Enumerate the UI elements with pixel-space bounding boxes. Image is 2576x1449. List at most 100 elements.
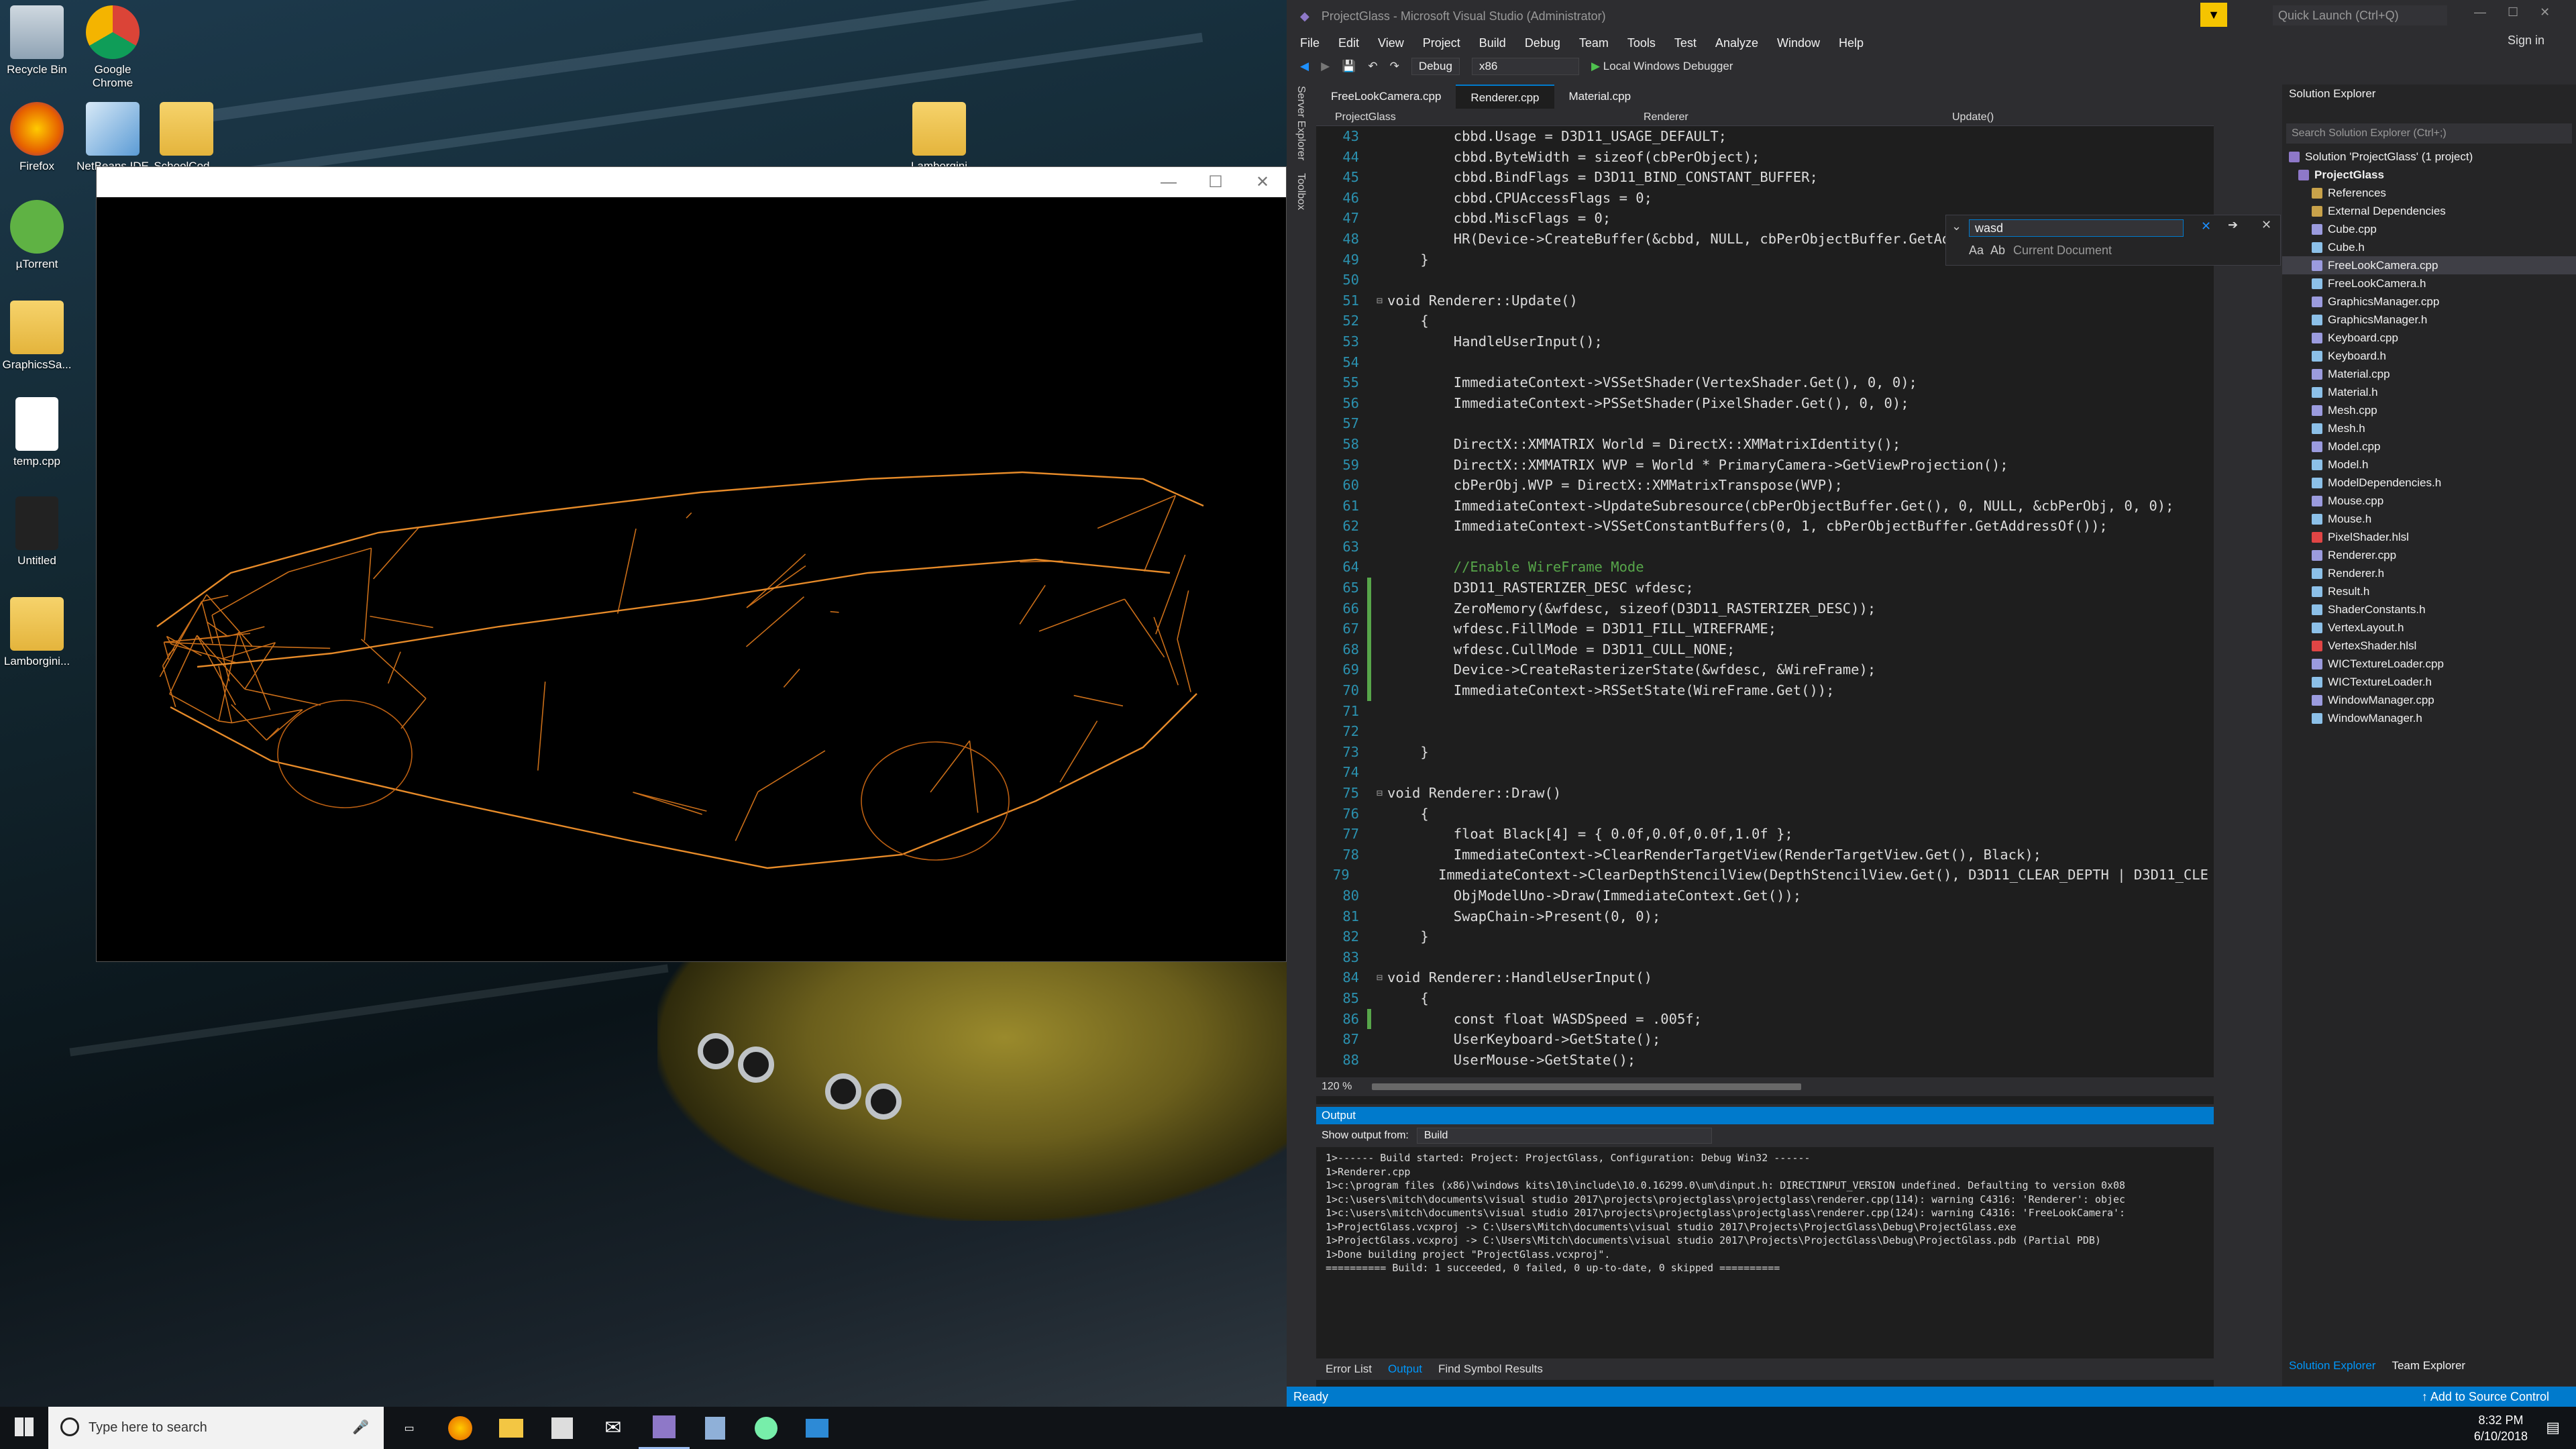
close-find-icon[interactable]: ✕ (2261, 218, 2271, 232)
output-text[interactable]: 1>------ Build started: Project: Project… (1316, 1147, 2214, 1279)
code-line[interactable]: 55 ImmediateContext->VSSetShader(VertexS… (1316, 372, 2208, 393)
code-line[interactable]: 53 HandleUserInput(); (1316, 331, 2208, 352)
desktop-icon-graphicssa[interactable]: GraphicsSa... (0, 301, 84, 372)
desktop-icon-schoolcod[interactable]: SchoolCod... (140, 102, 233, 173)
desktop-icon-lamborgini-folder[interactable]: Lamborgini... (0, 597, 84, 668)
code-line[interactable]: 58 DirectX::XMMATRIX World = DirectX::XM… (1316, 434, 2208, 455)
undo-icon[interactable]: ↶ (1368, 60, 1377, 73)
project-dropdown[interactable]: ProjectGlass (1316, 111, 1625, 123)
solution-explorer[interactable]: Solution Explorer Search Solution Explor… (2282, 85, 2576, 1386)
solution-item[interactable]: Mouse.cpp (2282, 492, 2576, 510)
match-case-toggle[interactable]: Aa (1969, 244, 1984, 258)
start-button[interactable] (15, 1417, 34, 1436)
code-line[interactable]: 88 UserMouse->GetState(); (1316, 1050, 2208, 1071)
code-line[interactable]: 54 (1316, 352, 2208, 373)
code-line[interactable]: 64 //Enable WireFrame Mode (1316, 557, 2208, 578)
code-line[interactable]: 85 { (1316, 988, 2208, 1009)
tab-freelookcamera-cpp[interactable]: FreeLookCamera.cpp (1316, 85, 1456, 109)
desktop-icon-utorrent[interactable]: µTorrent (0, 200, 84, 271)
code-line[interactable]: 79 ImmediateContext->ClearDepthStencilVi… (1316, 865, 2208, 885)
tab-find-symbol-results[interactable]: Find Symbol Results (1438, 1362, 1543, 1376)
server-explorer-tab[interactable]: Server Explorer (1295, 86, 1307, 160)
taskbar-app-icon[interactable] (690, 1407, 741, 1449)
solution-item[interactable]: Renderer.h (2282, 564, 2576, 582)
tab-error-list[interactable]: Error List (1326, 1362, 1372, 1376)
solution-item[interactable]: PixelShader.hlsl (2282, 528, 2576, 546)
code-line[interactable]: 45 cbbd.BindFlags = D3D11_BIND_CONSTANT_… (1316, 167, 2208, 188)
code-line[interactable]: 80 ObjModelUno->Draw(ImmediateContext.Ge… (1316, 885, 2208, 906)
clock[interactable]: 8:32 PM 6/10/2018 (2474, 1407, 2528, 1449)
find-input[interactable]: wasd (1969, 219, 2184, 237)
zoom-select[interactable]: 120 % (1322, 1081, 1352, 1093)
solution-item[interactable]: GraphicsManager.cpp (2282, 292, 2576, 311)
code-line[interactable]: 84 ⊟ void Renderer::HandleUserInput() (1316, 967, 2208, 988)
solution-root[interactable]: Solution 'ProjectGlass' (1 project) (2282, 148, 2576, 166)
code-line[interactable]: 56 ImmediateContext->PSSetShader(PixelSh… (1316, 393, 2208, 414)
tab-output[interactable]: Output (1388, 1362, 1422, 1376)
solution-item[interactable]: Mouse.h (2282, 510, 2576, 528)
tab-material-cpp[interactable]: Material.cpp (1554, 85, 1646, 109)
solution-item[interactable]: WindowManager.cpp (2282, 691, 2576, 709)
solution-item[interactable]: FreeLookCamera.h (2282, 274, 2576, 292)
code-line[interactable]: 78 ImmediateContext->ClearRenderTargetVi… (1316, 845, 2208, 865)
code-line[interactable]: 68 wfdesc.CullMode = D3D11_CULL_NONE; (1316, 639, 2208, 660)
solution-item[interactable]: Renderer.cpp (2282, 546, 2576, 564)
solution-item[interactable]: Cube.cpp (2282, 220, 2576, 238)
close-button[interactable]: ✕ (1239, 172, 1286, 192)
code-editor[interactable]: FreeLookCamera.cpp Renderer.cpp Material… (1316, 85, 2281, 1104)
solution-item[interactable]: VertexLayout.h (2282, 619, 2576, 637)
save-all-icon[interactable]: 💾 (1342, 60, 1356, 73)
menu-edit[interactable]: Edit (1338, 36, 1359, 50)
code-line[interactable]: 43 cbbd.Usage = D3D11_USAGE_DEFAULT; (1316, 126, 2208, 147)
solution-item[interactable]: FreeLookCamera.cpp (2282, 256, 2576, 274)
menu-tools[interactable]: Tools (1627, 36, 1656, 50)
expand-replace-icon[interactable]: ⌄ (1951, 219, 1962, 233)
render-window[interactable]: — ☐ ✕ (96, 166, 1287, 962)
solution-item[interactable]: External Dependencies (2282, 202, 2576, 220)
run-button[interactable]: ▶ Local Windows Debugger (1591, 60, 1733, 73)
window-controls[interactable]: —☐✕ (2474, 5, 2571, 19)
solution-item[interactable]: ModelDependencies.h (2282, 474, 2576, 492)
code-line[interactable]: 65 D3D11_RASTERIZER_DESC wfdesc; (1316, 578, 2208, 598)
source-control-button[interactable]: ↑ Add to Source Control (2422, 1390, 2549, 1404)
code-line[interactable]: 50 (1316, 270, 2208, 290)
menu-test[interactable]: Test (1674, 36, 1697, 50)
code-line[interactable]: 71 (1316, 701, 2208, 722)
code-line[interactable]: 73 } (1316, 742, 2208, 763)
solution-item[interactable]: Model.h (2282, 455, 2576, 474)
code-line[interactable]: 70 ImmediateContext->RSSetState(WireFram… (1316, 680, 2208, 701)
code-line[interactable]: 62 ImmediateContext->VSSetConstantBuffer… (1316, 516, 2208, 537)
code-line[interactable]: 46 cbbd.CPUAccessFlags = 0; (1316, 188, 2208, 209)
notifications-icon[interactable]: ▤ (2546, 1419, 2560, 1436)
taskbar-mail-icon[interactable]: ✉ (588, 1407, 639, 1449)
solution-item[interactable]: Model.cpp (2282, 437, 2576, 455)
tab-solution-explorer[interactable]: Solution Explorer (2289, 1359, 2375, 1373)
menu-window[interactable]: Window (1777, 36, 1820, 50)
desktop-icon-lamborgini[interactable]: Lamborgini (892, 102, 986, 173)
redo-icon[interactable]: ↷ (1390, 60, 1399, 73)
solution-item[interactable]: Result.h (2282, 582, 2576, 600)
solution-item[interactable]: ShaderConstants.h (2282, 600, 2576, 619)
taskbar-explorer-icon[interactable] (486, 1407, 537, 1449)
menu-team[interactable]: Team (1579, 36, 1609, 50)
toolbox-tab[interactable]: Toolbox (1295, 173, 1307, 210)
task-view-button[interactable]: ▭ (384, 1407, 435, 1449)
minimize-button[interactable]: — (1145, 173, 1192, 192)
scope-dropdown[interactable]: Renderer (1625, 111, 1933, 123)
solution-item[interactable]: References (2282, 184, 2576, 202)
taskbar-app-icon[interactable] (792, 1407, 843, 1449)
solution-item[interactable]: WICTextureLoader.h (2282, 673, 2576, 691)
desktop-icon-chrome[interactable]: Google Chrome (66, 5, 160, 90)
menu-analyze[interactable]: Analyze (1715, 36, 1758, 50)
find-next-icon[interactable]: ➔ (2228, 218, 2238, 232)
solution-item[interactable]: Material.cpp (2282, 365, 2576, 383)
solution-item[interactable]: Mesh.cpp (2282, 401, 2576, 419)
code-line[interactable]: 60 cbPerObj.WVP = DirectX::XMMatrixTrans… (1316, 475, 2208, 496)
maximize-button[interactable]: ☐ (1192, 172, 1239, 192)
back-icon[interactable]: ◀ (1300, 60, 1309, 73)
notification-icon[interactable]: ▼ (2200, 3, 2227, 27)
output-source-select[interactable]: Build (1416, 1128, 1712, 1144)
config-select[interactable]: Debug (1411, 58, 1460, 75)
taskbar-app-icon[interactable] (741, 1407, 792, 1449)
quick-launch-input[interactable]: Quick Launch (Ctrl+Q) (2273, 5, 2447, 25)
